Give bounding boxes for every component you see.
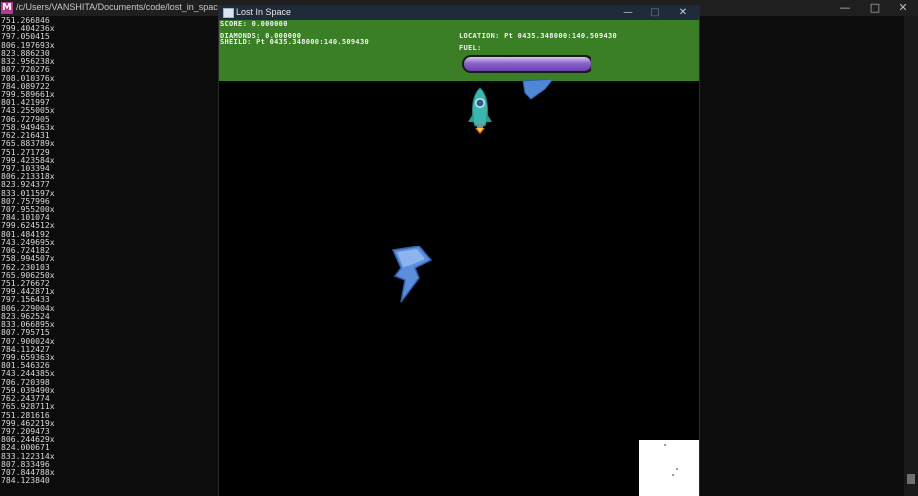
terminal-close-button[interactable]: ✕ xyxy=(888,1,918,15)
terminal-scroll-thumb[interactable] xyxy=(907,474,915,484)
terminal-app-icon: M xyxy=(1,2,13,14)
fuel-gauge-cutoff xyxy=(591,55,597,73)
fuel-gauge-fill xyxy=(464,57,591,71)
game-window-title: Lost In Space xyxy=(236,7,292,17)
minimap-marker xyxy=(676,468,678,470)
game-close-button[interactable]: ✕ xyxy=(670,5,696,20)
lightning-bolt-icon xyxy=(522,79,554,100)
hud-panel: SCORE: 0.000000 DIAMONDS: 0.000000 SHEIL… xyxy=(219,20,699,81)
score-readout: SCORE: 0.000000 xyxy=(220,20,288,28)
minimap-marker xyxy=(664,444,666,446)
window-app-icon xyxy=(223,8,234,18)
minimap-marker xyxy=(672,474,674,476)
lightning-bolt-icon xyxy=(391,246,433,303)
shield-readout: SHEILD: Pt 0435.348000:140.509430 xyxy=(220,38,369,46)
fuel-label: FUEL: xyxy=(459,44,482,52)
terminal-line: 784.123840 xyxy=(1,475,50,486)
terminal-minimize-button[interactable]: — xyxy=(830,1,860,15)
game-minimize-button[interactable]: — xyxy=(615,5,641,20)
rocket-icon xyxy=(468,87,492,134)
fuel-gauge xyxy=(462,55,594,73)
space-playfield[interactable] xyxy=(219,79,699,496)
location-readout: LOCATION: Pt 0435.348000:140.509430 xyxy=(459,32,618,40)
game-titlebar[interactable]: Lost In Space — □ ✕ xyxy=(219,5,699,20)
terminal-path: /c/Users/VANSHITA/Documents/code/lost_in… xyxy=(16,2,223,12)
game-maximize-button[interactable]: □ xyxy=(642,5,668,20)
terminal-scrollbar[interactable] xyxy=(904,16,918,496)
game-window[interactable]: Lost In Space — □ ✕ SCORE: 0.000000 DIAM… xyxy=(218,5,700,496)
terminal-maximize-button[interactable]: □ xyxy=(860,1,890,15)
terminal-output[interactable]: 751.266846 799.404236x 797.050415 806.19769… xyxy=(0,16,218,496)
minimap xyxy=(639,440,699,496)
